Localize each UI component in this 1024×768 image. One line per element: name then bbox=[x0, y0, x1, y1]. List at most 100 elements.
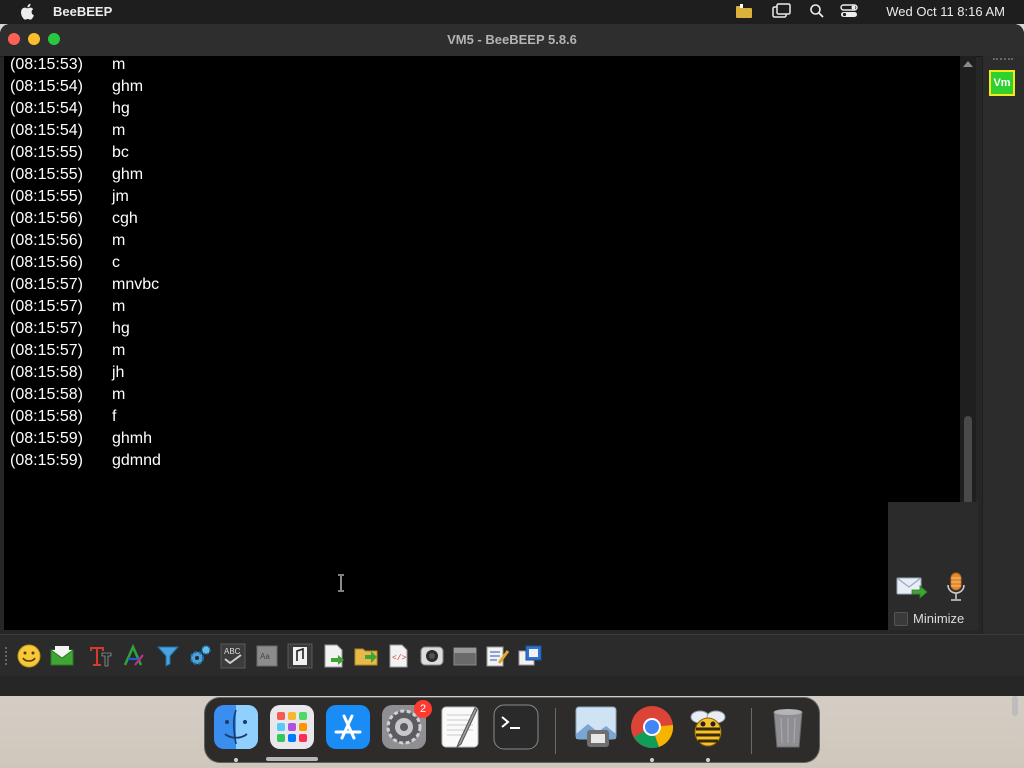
font-color-icon[interactable] bbox=[121, 643, 147, 669]
message-text: m bbox=[112, 298, 126, 315]
message-text: ghm bbox=[112, 166, 144, 183]
code-icon[interactable]: </> bbox=[386, 643, 412, 669]
message-timestamp: (08:15:57) bbox=[10, 342, 83, 359]
spellcheck-icon[interactable]: ABC bbox=[220, 643, 246, 669]
message-input[interactable] bbox=[4, 502, 888, 630]
settings-notification-badge: 2 bbox=[414, 700, 432, 718]
font-icon[interactable] bbox=[87, 643, 113, 669]
message-text: ghmh bbox=[112, 430, 153, 447]
message-timestamp: (08:15:55) bbox=[10, 188, 83, 205]
launchpad-icon[interactable] bbox=[269, 704, 315, 750]
apple-icon[interactable] bbox=[20, 3, 34, 20]
chat-message-row: (08:15:56) cgh bbox=[10, 208, 161, 230]
message-timestamp: (08:15:56) bbox=[10, 232, 83, 249]
chat-message-row: (08:15:55) bc bbox=[10, 142, 161, 164]
toolbar-grip[interactable] bbox=[5, 647, 10, 665]
panel-grip[interactable] bbox=[993, 58, 1013, 63]
textedit-icon[interactable] bbox=[437, 704, 483, 750]
svg-text:</>: </> bbox=[392, 654, 407, 663]
message-timestamp: (08:15:58) bbox=[10, 408, 83, 425]
detach-chat-icon[interactable] bbox=[517, 643, 543, 669]
message-timestamp: (08:15:57) bbox=[10, 298, 83, 315]
note-icon[interactable] bbox=[287, 643, 313, 669]
message-text: m bbox=[112, 386, 126, 403]
message-timestamp: (08:15:53) bbox=[10, 56, 83, 73]
message-text: gdmnd bbox=[112, 452, 161, 469]
message-text: c bbox=[112, 254, 120, 271]
message-text: m bbox=[112, 122, 126, 139]
message-timestamp: (08:15:54) bbox=[10, 122, 83, 139]
chat-scrollbar[interactable] bbox=[960, 56, 976, 520]
message-timestamp: (08:15:57) bbox=[10, 276, 83, 293]
message-text: hg bbox=[112, 100, 130, 117]
screenshot-icon[interactable] bbox=[419, 643, 445, 669]
minimize-label[interactable]: Minimize bbox=[913, 611, 964, 626]
message-timestamp: (08:15:58) bbox=[10, 364, 83, 381]
menu-clock[interactable]: Wed Oct 11 8:16 AM bbox=[886, 4, 1005, 19]
message-text: hg bbox=[112, 320, 130, 337]
svg-text:ABC: ABC bbox=[224, 647, 241, 656]
user-list-panel: Vm bbox=[982, 56, 1024, 634]
message-input-area bbox=[4, 502, 888, 630]
settings-icon[interactable] bbox=[187, 643, 213, 669]
chat-message-row: (08:15:57) mnvbc bbox=[10, 274, 161, 296]
message-text: ghm bbox=[112, 78, 144, 95]
send-email-icon[interactable] bbox=[49, 643, 75, 669]
message-timestamp: (08:15:56) bbox=[10, 210, 83, 227]
dock-separator bbox=[555, 708, 556, 754]
chat-message-row: (08:15:58) f bbox=[10, 406, 161, 428]
beebeep-icon[interactable] bbox=[685, 704, 731, 750]
chat-scroll-thumb[interactable] bbox=[964, 416, 972, 508]
chrome-icon[interactable] bbox=[629, 704, 675, 750]
send-folder-icon[interactable] bbox=[353, 643, 379, 669]
chat-message-row: (08:15:53) m bbox=[10, 56, 161, 76]
desktop-scroll-handle[interactable] bbox=[266, 757, 318, 761]
message-timestamp: (08:15:58) bbox=[10, 386, 83, 403]
send-panel: Minimize bbox=[888, 502, 978, 630]
scroll-up-arrow-icon[interactable] bbox=[963, 61, 973, 67]
emoticons-icon[interactable] bbox=[16, 643, 42, 669]
status-bar bbox=[0, 676, 1024, 696]
chat-message-row: (08:15:59) ghmh bbox=[10, 428, 161, 450]
send-message-button[interactable] bbox=[896, 574, 928, 600]
beebeep-window: VM5 - BeeBEEP 5.8.6 (08:15:53) m (08:15:54… bbox=[0, 24, 1024, 696]
finder-icon[interactable] bbox=[213, 704, 259, 750]
voice-message-button[interactable] bbox=[944, 572, 968, 602]
message-text: f bbox=[112, 408, 117, 425]
chat-message-row: (08:15:57) m bbox=[10, 340, 161, 362]
finder-running-dot bbox=[234, 758, 238, 762]
preview-icon[interactable] bbox=[573, 704, 619, 750]
clear-chat-icon[interactable] bbox=[484, 643, 510, 669]
screen-mirror-icon[interactable] bbox=[772, 3, 792, 19]
message-text: m bbox=[112, 56, 126, 73]
spotlight-icon[interactable] bbox=[809, 3, 825, 19]
chat-log[interactable]: (08:15:53) m (08:15:54) ghm (08:15:54) hg (08:… bbox=[4, 56, 960, 520]
user-avatar[interactable]: Vm bbox=[989, 70, 1015, 96]
menu-bar: BeeBEEP Wed Oct 11 8:16 AM bbox=[0, 0, 1024, 24]
message-timestamp: (08:15:56) bbox=[10, 254, 83, 271]
chat-message-row: (08:15:56) c bbox=[10, 252, 161, 274]
message-text: m bbox=[112, 232, 126, 249]
control-center-icon[interactable] bbox=[840, 3, 858, 19]
status-folder-icon[interactable] bbox=[735, 3, 753, 19]
desktop-scrollbar[interactable] bbox=[1012, 696, 1018, 716]
app-store-icon[interactable] bbox=[325, 704, 371, 750]
minimize-checkbox[interactable] bbox=[894, 612, 908, 626]
chat-message-row: (08:15:58) m bbox=[10, 384, 161, 406]
chat-message-list: (08:15:53) m (08:15:54) ghm (08:15:54) hg (08:… bbox=[10, 56, 161, 472]
message-text: m bbox=[112, 342, 126, 359]
message-timestamp: (08:15:55) bbox=[10, 144, 83, 161]
chat-message-row: (08:15:59) gdmnd bbox=[10, 450, 161, 472]
word-completion-icon[interactable]: Aa bbox=[254, 643, 280, 669]
filter-icon[interactable] bbox=[155, 643, 181, 669]
terminal-icon[interactable] bbox=[493, 704, 539, 750]
send-file-icon[interactable] bbox=[321, 643, 347, 669]
app-menu-name[interactable]: BeeBEEP bbox=[53, 4, 112, 19]
trash-icon[interactable] bbox=[765, 704, 811, 750]
message-text: cgh bbox=[112, 210, 138, 227]
save-chat-icon[interactable] bbox=[452, 643, 478, 669]
chat-message-row: (08:15:54) ghm bbox=[10, 76, 161, 98]
chat-message-row: (08:15:55) ghm bbox=[10, 164, 161, 186]
title-bar[interactable]: VM5 - BeeBEEP 5.8.6 bbox=[0, 24, 1024, 57]
message-timestamp: (08:15:54) bbox=[10, 100, 83, 117]
